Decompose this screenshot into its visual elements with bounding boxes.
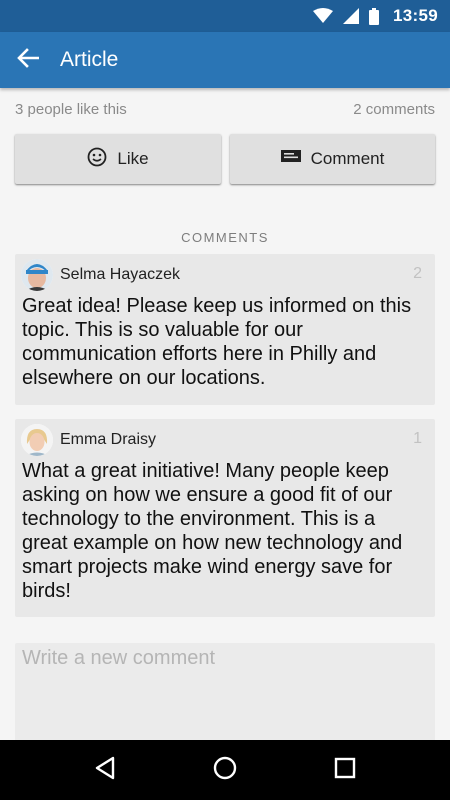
comment-card[interactable]: Emma Draisy 1 What a great initiative! M…: [15, 419, 435, 617]
home-circle-icon: [213, 756, 237, 785]
nav-recents-button[interactable]: [315, 740, 375, 800]
like-button-label: Like: [117, 149, 149, 168]
comment-text: Great idea! Please keep us informed on t…: [22, 295, 412, 389]
comment-author[interactable]: Selma Hayaczek: [60, 266, 180, 284]
avatar[interactable]: [21, 259, 53, 291]
status-bar: 13:59: [0, 0, 450, 32]
comment-like-count: 2: [413, 265, 422, 282]
like-button[interactable]: Like: [15, 134, 221, 184]
comment-header: Emma Draisy: [21, 423, 156, 457]
smiley-icon: [87, 147, 107, 172]
avatar[interactable]: [21, 424, 53, 456]
comments-section-header: COMMENTS: [181, 230, 269, 245]
nav-back-button[interactable]: [75, 740, 135, 800]
likes-count-text[interactable]: 3 people like this: [15, 101, 127, 118]
comment-header: Selma Hayaczek: [21, 258, 180, 292]
battery-icon: [369, 7, 380, 25]
comment-author[interactable]: Emma Draisy: [60, 431, 156, 449]
nav-home-button[interactable]: [195, 740, 255, 800]
system-nav-bar: [0, 740, 450, 800]
arrow-left-icon: [17, 47, 40, 73]
status-time: 13:59: [393, 6, 438, 25]
stats-row: 3 people like this 2 comments: [15, 98, 435, 120]
app-bar: Article: [0, 32, 450, 88]
back-button[interactable]: [0, 32, 56, 88]
comment-like-count: 1: [413, 430, 422, 447]
comment-card[interactable]: Selma Hayaczek 2 Great idea! Please keep…: [15, 254, 435, 405]
comments-count-text[interactable]: 2 comments: [353, 101, 435, 118]
comment-button[interactable]: Comment: [230, 134, 435, 184]
signal-icon: [343, 8, 360, 24]
wifi-icon: [313, 8, 334, 24]
article-screen: 13:59 Article 3 people like this 2 comme…: [0, 0, 450, 800]
page-title: Article: [60, 48, 119, 71]
new-comment-input[interactable]: [15, 643, 435, 753]
recents-square-icon: [334, 757, 356, 784]
comment-button-label: Comment: [310, 149, 385, 168]
comment-text: What a great initiative! Many people kee…: [22, 460, 403, 602]
comment-card-icon: [280, 149, 301, 170]
back-triangle-icon: [94, 756, 116, 785]
